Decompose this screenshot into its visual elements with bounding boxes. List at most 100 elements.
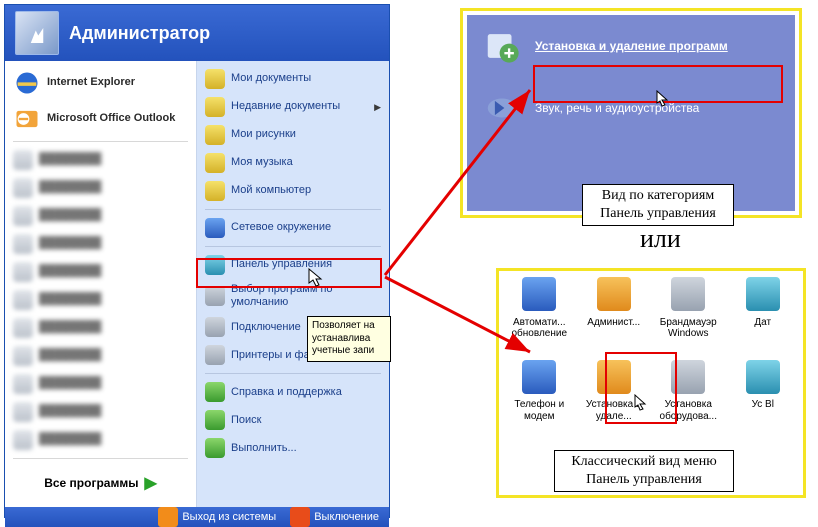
classic-item[interactable]: Брандмауэр Windows: [652, 277, 725, 340]
pinned-item-ie[interactable]: Internet Explorer: [5, 65, 196, 101]
classic-item-label: Автомати... обновление: [503, 317, 576, 340]
classic-item-label: Брандмауэр Windows: [652, 317, 725, 340]
category-link: Звук, речь и аудиоустройства: [535, 101, 699, 115]
classic-item-label: Установка и удале...: [578, 399, 651, 422]
app-icon: [13, 234, 33, 254]
recent-item-blurred[interactable]: ████████: [5, 314, 196, 342]
cp-icon: [522, 360, 556, 394]
recent-item-blurred[interactable]: ████████: [5, 398, 196, 426]
category-caption: Вид по категориям Панель управления: [582, 184, 734, 226]
control-panel-label: Панель управления: [231, 258, 332, 271]
caption-line: Классический вид меню: [555, 453, 733, 471]
classic-item-label: Админист...: [578, 317, 651, 329]
classic-item[interactable]: Дат: [727, 277, 800, 340]
menu-item[interactable]: Мои рисунки: [197, 121, 389, 149]
menu-item[interactable]: Справка и поддержка: [197, 378, 389, 406]
logoff-label: Выход из системы: [182, 511, 276, 523]
app-icon: [13, 346, 33, 366]
classic-item-label: Установка оборудова...: [652, 399, 725, 422]
recent-item-blurred[interactable]: ████████: [5, 230, 196, 258]
menu-item[interactable]: Недавние документы ▶: [197, 93, 389, 121]
cp-icon: [597, 360, 631, 394]
shutdown-label: Выключение: [314, 511, 379, 523]
folder-icon: [205, 69, 225, 89]
recent-item-blurred[interactable]: ████████: [5, 202, 196, 230]
classic-item-label: Телефон и модем: [503, 399, 576, 422]
or-label: или: [640, 224, 681, 254]
menu-item-label: Мои рисунки: [231, 128, 296, 141]
menu-item-label: Недавние документы: [231, 100, 340, 113]
menu-item-label: Поиск: [231, 414, 261, 427]
control-panel-item[interactable]: Панель управления: [197, 251, 389, 279]
category-item-sound[interactable]: Звук, речь и аудиоустройства: [467, 77, 795, 139]
separator: [205, 246, 381, 247]
app-icon: [13, 178, 33, 198]
folder-icon: [205, 153, 225, 173]
cp-icon: [671, 277, 705, 311]
recent-item-blurred[interactable]: ████████: [5, 342, 196, 370]
menu-item-label: Выбор программ по умолчанию: [231, 283, 381, 309]
separator: [205, 209, 381, 210]
recent-item-blurred[interactable]: ████████: [5, 146, 196, 174]
app-icon: [13, 290, 33, 310]
menu-item[interactable]: Моя музыка: [197, 149, 389, 177]
app-icon: [13, 206, 33, 226]
classic-item[interactable]: Установка и удале...: [578, 360, 651, 423]
classic-item-label: Дат: [727, 317, 800, 329]
app-icon: [13, 150, 33, 170]
menu-item[interactable]: Выполнить...: [197, 434, 389, 462]
control-panel-icon: [205, 255, 225, 275]
caption-line: Панель управления: [555, 471, 733, 489]
outlook-icon: [13, 105, 41, 133]
all-programs-label: Все программы: [44, 476, 138, 490]
start-menu-footer: Выход из системы Выключение: [5, 507, 389, 527]
classic-item[interactable]: Установка оборудова...: [652, 360, 725, 423]
sound-icon: [483, 89, 521, 127]
menu-item-label: Мои документы: [231, 72, 311, 85]
avatar: [15, 11, 59, 55]
recent-item-blurred[interactable]: ████████: [5, 258, 196, 286]
play-icon: ▶: [144, 473, 156, 493]
menu-item[interactable]: Выбор программ по умолчанию: [197, 279, 389, 313]
recent-item-blurred[interactable]: ████████: [5, 286, 196, 314]
separator: [13, 458, 188, 459]
cp-icon: [522, 277, 556, 311]
pinned-label: Internet Explorer: [47, 76, 135, 89]
folder-icon: [205, 438, 225, 458]
folder-icon: [205, 317, 225, 337]
app-icon: [13, 318, 33, 338]
classic-item[interactable]: Телефон и модем: [503, 360, 576, 423]
chevron-right-icon: ▶: [374, 102, 381, 113]
ie-icon: [13, 69, 41, 97]
shutdown-button[interactable]: Выключение: [290, 507, 379, 527]
pinned-item-outlook[interactable]: Microsoft Office Outlook: [5, 101, 196, 137]
category-item-addremove[interactable]: Установка и удаление программ: [467, 15, 795, 77]
logoff-icon: [158, 507, 178, 527]
app-icon: [13, 374, 33, 394]
start-menu: Администратор Internet Explorer Microsof…: [4, 4, 390, 518]
menu-item[interactable]: Поиск: [197, 406, 389, 434]
all-programs[interactable]: Все программы ▶: [5, 463, 196, 503]
folder-icon: [205, 218, 225, 238]
user-name: Администратор: [69, 23, 210, 44]
menu-item[interactable]: Мои документы: [197, 65, 389, 93]
classic-item[interactable]: Ус Bl: [727, 360, 800, 423]
logoff-button[interactable]: Выход из системы: [158, 507, 276, 527]
caption-line: Панель управления: [583, 205, 733, 223]
recent-item-blurred[interactable]: ████████: [5, 426, 196, 454]
folder-icon: [205, 181, 225, 201]
menu-item[interactable]: Мой компьютер: [197, 177, 389, 205]
folder-icon: [205, 410, 225, 430]
tooltip: Позволяет на устанавлива учетные запи: [307, 316, 391, 362]
classic-item[interactable]: Автомати... обновление: [503, 277, 576, 340]
menu-item-label: Подключение: [231, 321, 301, 334]
app-icon: [13, 402, 33, 422]
classic-item[interactable]: Админист...: [578, 277, 651, 340]
menu-item[interactable]: Сетевое окружение: [197, 214, 389, 242]
recent-item-blurred[interactable]: ████████: [5, 174, 196, 202]
category-view-inner: Установка и удаление программ Звук, речь…: [467, 15, 795, 211]
start-menu-right: Мои документы Недавние документы ▶ Мои рису…: [197, 61, 389, 507]
category-link: Установка и удаление программ: [535, 39, 728, 53]
recent-item-blurred[interactable]: ████████: [5, 370, 196, 398]
folder-icon: [205, 345, 225, 365]
